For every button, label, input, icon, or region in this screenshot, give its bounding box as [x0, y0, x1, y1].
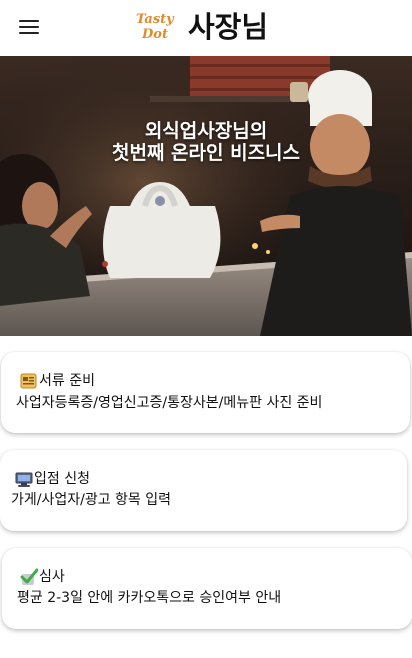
step-desc-documents: 사업자등록증/영업신고증/통장사본/메뉴판 사진 준비	[16, 395, 323, 411]
hamburger-menu-icon[interactable]	[19, 19, 39, 36]
step-desc-application: 가게/사업자/광고 항목 입력	[11, 492, 172, 508]
page-title: 사장님	[188, 10, 269, 44]
step-card-application[interactable]: 입점 신청 가게/사업자/광고 항목 입력	[0, 450, 407, 531]
logo-text-line1: Tasty	[136, 12, 174, 27]
hero-headline: 외식업사장님의 첫번째 온라인 비즈니스	[0, 120, 412, 164]
step-title-review: 심사	[39, 569, 65, 585]
hero-image	[0, 56, 412, 336]
hero-line1: 외식업사장님의	[144, 120, 268, 142]
checkmark-icon	[20, 568, 39, 586]
step-title-application: 입점 신청	[34, 471, 90, 487]
app-header: Tasty Dot 사장님	[0, 0, 412, 56]
hero-banner: 외식업사장님의 첫번째 온라인 비즈니스	[0, 56, 412, 336]
computer-icon	[15, 470, 33, 488]
step-desc-review: 평균 2-3일 안에 카카오톡으로 승인여부 안내	[17, 590, 282, 606]
document-icon	[20, 372, 38, 390]
logo-text-line2: Dot	[142, 27, 168, 42]
hero-line2: 첫번째 온라인 비즈니스	[111, 142, 301, 164]
step-title-documents: 서류 준비	[39, 373, 95, 389]
tasty-dot-logo[interactable]: Tasty Dot	[136, 12, 176, 44]
step-card-review[interactable]: 심사 평균 2-3일 안에 카카오톡으로 승인여부 안내	[2, 548, 412, 629]
step-card-documents[interactable]: 서류 준비 사업자등록증/영업신고증/통장사본/메뉴판 사진 준비	[1, 352, 410, 433]
